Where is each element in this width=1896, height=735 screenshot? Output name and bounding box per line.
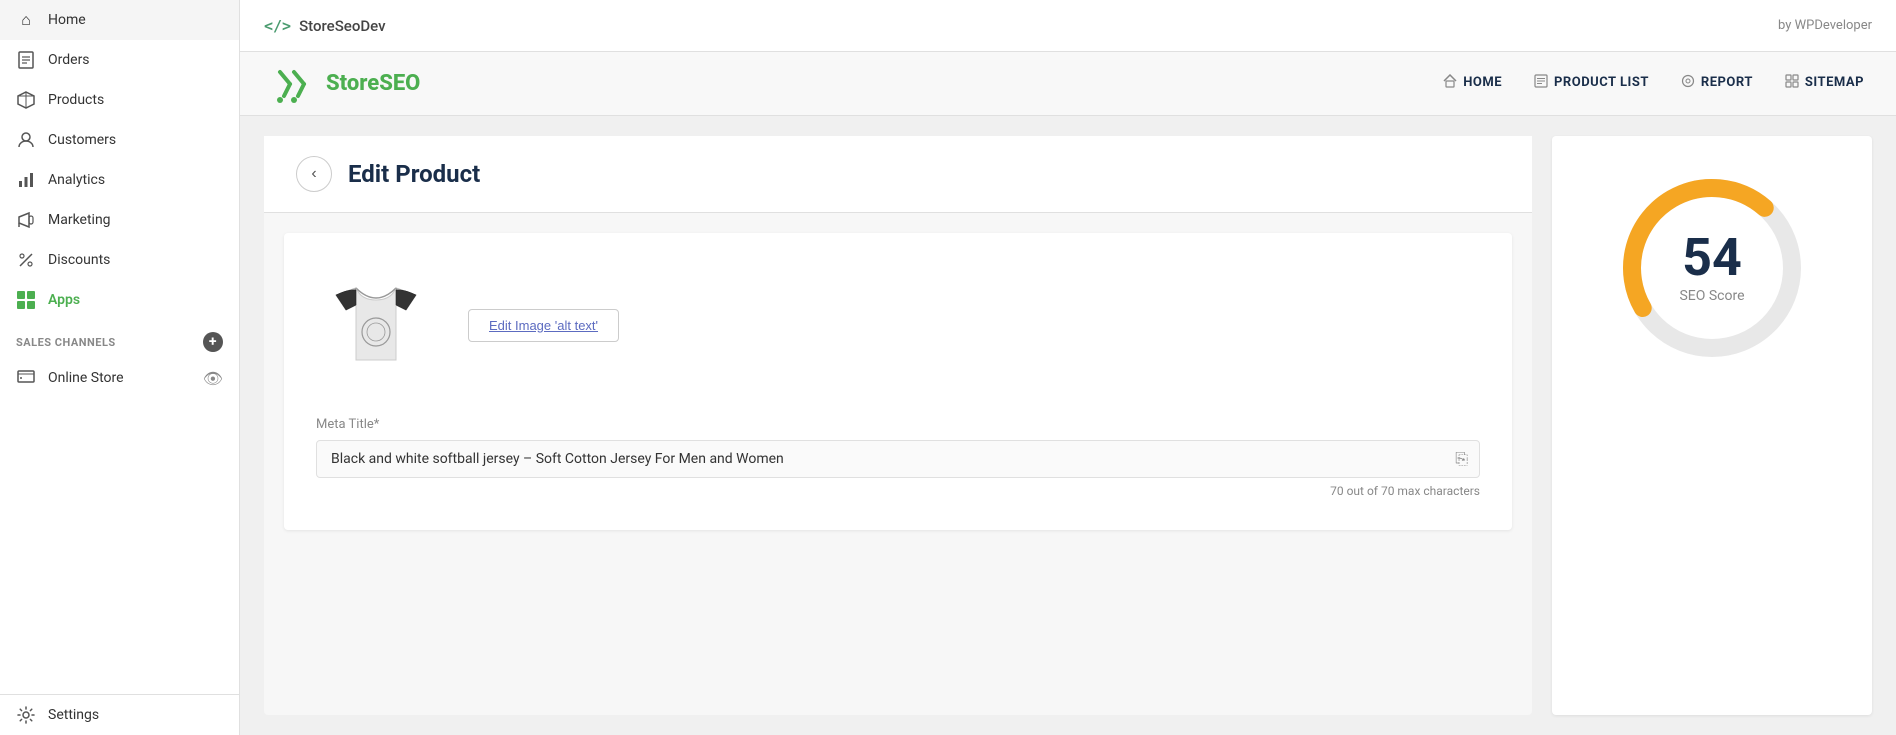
copy-icon[interactable]: ⎘ xyxy=(1455,449,1468,469)
product-list-nav-icon xyxy=(1534,74,1548,92)
products-icon xyxy=(16,90,36,110)
marketing-icon xyxy=(16,210,36,230)
meta-title-label: Meta Title* xyxy=(316,417,1480,432)
edit-product-header: ‹ Edit Product xyxy=(264,136,1532,213)
plugin-header: StoreSEO HOME PRODUCT LIST REPORT xyxy=(240,52,1896,116)
sidebar-item-home[interactable]: ⌂ Home xyxy=(0,0,239,40)
page-title: Edit Product xyxy=(348,160,480,188)
brand-name: StoreSeoDev xyxy=(299,17,385,35)
online-store-item[interactable]: Online Store 👁 xyxy=(0,356,239,400)
product-tshirt-image xyxy=(321,270,431,380)
edit-image-alt-button[interactable]: Edit Image 'alt text' xyxy=(468,309,619,342)
sales-channels-section: SALES CHANNELS + xyxy=(0,320,239,356)
eye-icon: 👁 xyxy=(203,369,223,388)
customers-icon xyxy=(16,130,36,150)
page-body: ‹ Edit Product xyxy=(240,116,1896,735)
sidebar-bottom: Settings xyxy=(0,694,239,735)
sidebar-item-discounts[interactable]: Discounts xyxy=(0,240,239,280)
meta-title-field: Meta Title* Black and white softball jer… xyxy=(316,417,1480,498)
online-store-icon xyxy=(16,366,36,390)
seo-score-number: 54 xyxy=(1682,232,1742,284)
orders-icon xyxy=(16,50,36,70)
sidebar-item-label: Products xyxy=(48,92,104,108)
plugin-nav-report[interactable]: REPORT xyxy=(1681,70,1753,98)
plugin-logo: StoreSEO xyxy=(272,62,420,106)
plugin-nav-product-list[interactable]: PRODUCT LIST xyxy=(1534,70,1649,98)
product-image-row: Edit Image 'alt text' xyxy=(316,265,1480,385)
edit-product-section: ‹ Edit Product xyxy=(264,136,1532,715)
sidebar-item-products[interactable]: Products xyxy=(0,80,239,120)
report-nav-icon xyxy=(1681,74,1695,92)
sidebar-item-label: Home xyxy=(48,12,86,28)
analytics-icon xyxy=(16,170,36,190)
sidebar-item-label: Orders xyxy=(48,52,90,68)
sidebar-item-customers[interactable]: Customers xyxy=(0,120,239,160)
sidebar-item-label: Marketing xyxy=(48,212,111,228)
settings-icon xyxy=(16,705,36,725)
seo-score-circle: 54 SEO Score xyxy=(1612,168,1812,368)
discounts-icon xyxy=(16,250,36,270)
sidebar-item-label: Analytics xyxy=(48,172,105,188)
plugin-nav-sitemap[interactable]: SITEMAP xyxy=(1785,70,1864,98)
home-icon: ⌂ xyxy=(16,10,36,30)
sidebar-item-marketing[interactable]: Marketing xyxy=(0,200,239,240)
top-bar-by-text: by WPDeveloper xyxy=(1778,18,1872,33)
sidebar-item-label: Customers xyxy=(48,132,116,148)
seo-score-center: 54 SEO Score xyxy=(1679,232,1744,304)
sidebar-item-analytics[interactable]: Analytics xyxy=(0,160,239,200)
sitemap-nav-icon xyxy=(1785,74,1799,92)
sidebar-item-label: Apps xyxy=(48,292,80,308)
plugin-nav-home[interactable]: HOME xyxy=(1443,70,1502,98)
home-nav-icon xyxy=(1443,74,1457,92)
sidebar-item-settings[interactable]: Settings xyxy=(0,695,239,735)
char-count: 70 out of 70 max characters xyxy=(316,484,1480,498)
top-bar: </> StoreSeoDev by WPDeveloper xyxy=(240,0,1896,52)
plugin-logo-text: StoreSEO xyxy=(326,71,420,96)
seo-score-label: SEO Score xyxy=(1679,288,1744,304)
product-image xyxy=(316,265,436,385)
sidebar-item-label: Discounts xyxy=(48,252,110,268)
add-channel-button[interactable]: + xyxy=(203,332,223,352)
edit-product-body: Edit Image 'alt text' Meta Title* Black … xyxy=(284,233,1512,530)
online-store-label: Online Store xyxy=(48,370,124,386)
sidebar-item-label: Settings xyxy=(48,707,99,723)
brand-code: </> xyxy=(264,17,291,35)
sidebar: ⌂ Home Orders Products Customers Analyti… xyxy=(0,0,240,735)
sidebar-item-orders[interactable]: Orders xyxy=(0,40,239,80)
meta-title-input[interactable]: Black and white softball jersey – Soft C… xyxy=(316,440,1480,478)
meta-title-wrapper: Black and white softball jersey – Soft C… xyxy=(316,440,1480,478)
main-content: </> StoreSeoDev by WPDeveloper StoreSEO xyxy=(240,0,1896,735)
top-bar-brand-area: </> StoreSeoDev xyxy=(264,17,386,35)
seo-score-panel: 54 SEO Score xyxy=(1552,136,1872,715)
sidebar-item-apps[interactable]: Apps xyxy=(0,280,239,320)
back-button[interactable]: ‹ xyxy=(296,156,332,192)
apps-icon xyxy=(16,290,36,310)
plugin-logo-icon xyxy=(272,62,316,106)
plugin-nav: HOME PRODUCT LIST REPORT SITEMAP xyxy=(1443,70,1864,98)
